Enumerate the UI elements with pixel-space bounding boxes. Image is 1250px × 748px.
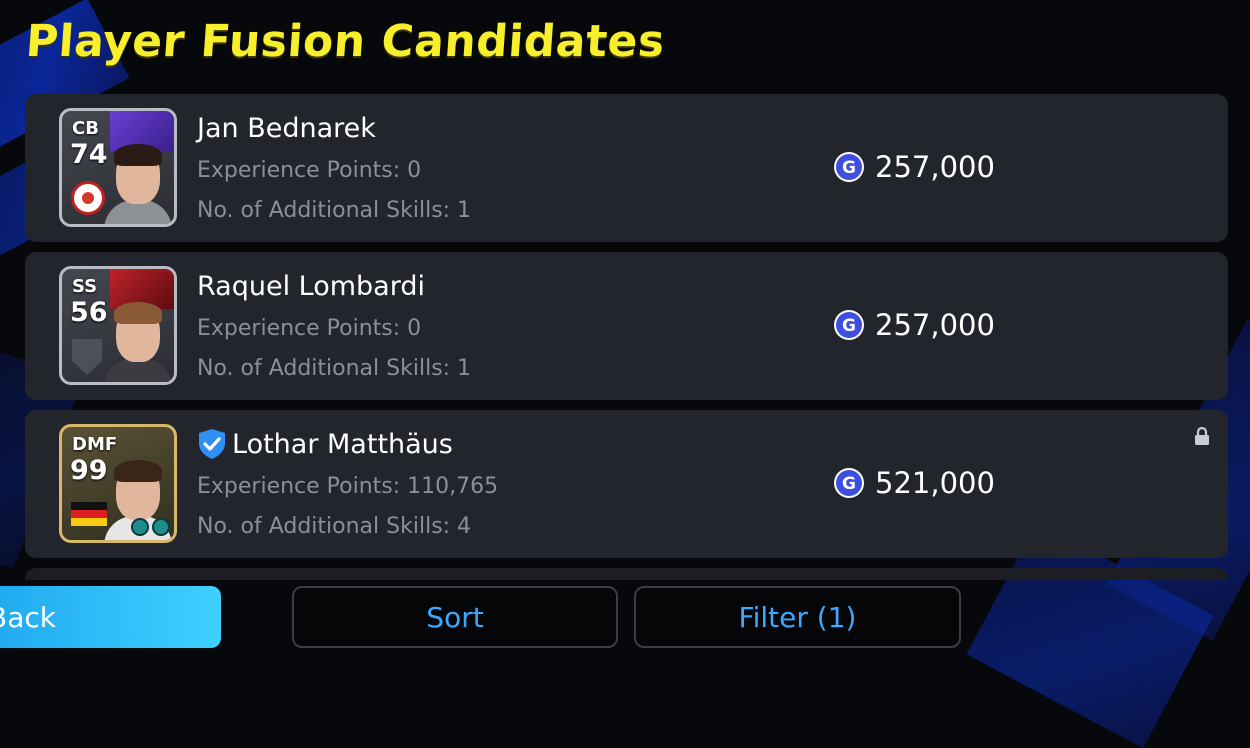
bottom-action-bar: Back Sort Filter (1)	[0, 586, 1250, 650]
lock-icon[interactable]	[1192, 426, 1212, 446]
player-name: Lothar Matthäus	[232, 428, 453, 460]
player-portrait	[104, 144, 172, 224]
player-name: Raquel Lombardi	[197, 270, 425, 302]
gp-coin-icon: G	[834, 468, 864, 498]
price: G 257,000	[833, 150, 995, 184]
gp-coin-icon: G	[834, 152, 864, 182]
player-card[interactable]: DMF 99 Lothar Matthäus Experience Points…	[25, 410, 1228, 558]
player-rating: 56	[70, 297, 108, 328]
player-rating: 74	[70, 139, 108, 170]
germany-flag-icon	[71, 502, 107, 526]
price-value: 521,000	[875, 466, 995, 500]
price-value: 257,000	[875, 150, 995, 184]
svg-text:G: G	[842, 474, 856, 494]
additional-skills: No. of Additional Skills: 4	[197, 514, 472, 539]
back-button[interactable]: Back	[0, 586, 221, 648]
skill-badge-icon	[152, 518, 170, 536]
player-portrait	[104, 302, 172, 382]
additional-skills: No. of Additional Skills: 1	[197, 198, 472, 223]
gp-coin-icon: G	[834, 310, 864, 340]
verified-shield-icon	[199, 429, 225, 459]
filter-button[interactable]: Filter (1)	[634, 586, 961, 648]
name-row: Lothar Matthäus	[197, 426, 453, 462]
club-crest-icon	[71, 181, 105, 215]
player-card-partial[interactable]	[25, 568, 1228, 580]
experience-points: Experience Points: 110,765	[197, 474, 499, 499]
club-shield-icon	[72, 339, 102, 375]
player-thumbnail: DMF 99	[59, 424, 177, 543]
name-row: Jan Bednarek	[197, 110, 376, 146]
svg-text:G: G	[842, 158, 856, 178]
player-position: SS	[72, 276, 98, 297]
player-position: CB	[72, 118, 99, 139]
player-card[interactable]: CB 74 Jan Bednarek Experience Points: 0 …	[25, 94, 1228, 242]
price-value: 257,000	[875, 308, 995, 342]
experience-points: Experience Points: 0	[197, 316, 422, 341]
skill-badges	[131, 518, 170, 536]
price: G 257,000	[833, 308, 995, 342]
page-title: Player Fusion Candidates	[24, 16, 667, 67]
player-name: Jan Bednarek	[197, 112, 376, 144]
player-thumbnail: CB 74	[59, 108, 177, 227]
price: G 521,000	[833, 466, 995, 500]
additional-skills: No. of Additional Skills: 1	[197, 356, 472, 381]
player-card[interactable]: SS 56 Raquel Lombardi Experience Points:…	[25, 252, 1228, 400]
player-position: DMF	[72, 434, 118, 455]
experience-points: Experience Points: 0	[197, 158, 422, 183]
skill-badge-icon	[131, 518, 149, 536]
player-list: CB 74 Jan Bednarek Experience Points: 0 …	[25, 94, 1228, 580]
player-thumbnail: SS 56	[59, 266, 177, 385]
name-row: Raquel Lombardi	[197, 268, 425, 304]
player-rating: 99	[70, 455, 108, 486]
svg-text:G: G	[842, 316, 856, 336]
sort-button[interactable]: Sort	[292, 586, 618, 648]
